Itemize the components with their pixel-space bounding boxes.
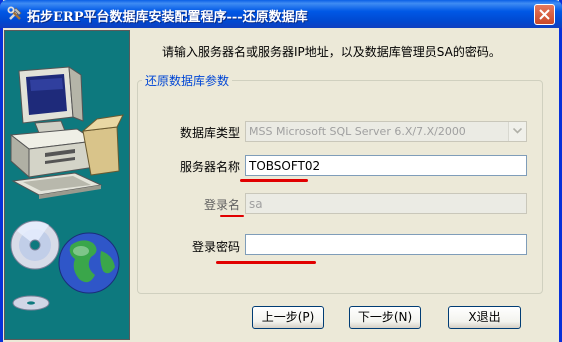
restore-params-group (137, 80, 543, 294)
intro-text: 请输入服务器名或服务器IP地址，以及数据库管理员SA的密码。 (162, 45, 501, 59)
red-underline-annotation (240, 179, 308, 182)
close-icon (539, 9, 550, 20)
db-type-label: 数据库类型 (180, 126, 241, 140)
title-bar[interactable]: 拓步ERP平台数据库安装配置程序---还原数据库 (0, 0, 562, 28)
exit-button[interactable]: X退出 (448, 306, 521, 329)
dropdown-arrow-icon (513, 128, 522, 134)
prev-button[interactable]: 上一步(P) (252, 306, 324, 329)
window-title: 拓步ERP平台数据库安装配置程序---还原数据库 (27, 10, 308, 25)
close-button[interactable] (534, 4, 555, 25)
login-name-input (245, 193, 527, 214)
login-name-label: 登录名 (204, 198, 241, 212)
db-type-select: MSS Microsoft SQL Server 6.X/7.X/2000 (245, 121, 527, 142)
group-title: 还原数据库参数 (142, 72, 233, 89)
red-underline-annotation (216, 261, 316, 264)
db-type-dropdown-button (508, 122, 526, 141)
cd-disc-icon (10, 220, 60, 311)
tools-icon (7, 6, 23, 22)
globe-icon (58, 232, 120, 294)
side-illustration-panel (4, 30, 130, 340)
password-label: 登录密码 (192, 240, 241, 254)
db-type-value: MSS Microsoft SQL Server 6.X/7.X/2000 (249, 125, 466, 138)
server-name-label: 服务器名称 (180, 160, 241, 174)
password-input[interactable] (245, 234, 527, 255)
computer-illustration (9, 66, 124, 311)
server-name-input[interactable] (245, 155, 527, 176)
red-underline-annotation (220, 215, 244, 217)
next-button[interactable]: 下一步(N) (349, 306, 421, 329)
